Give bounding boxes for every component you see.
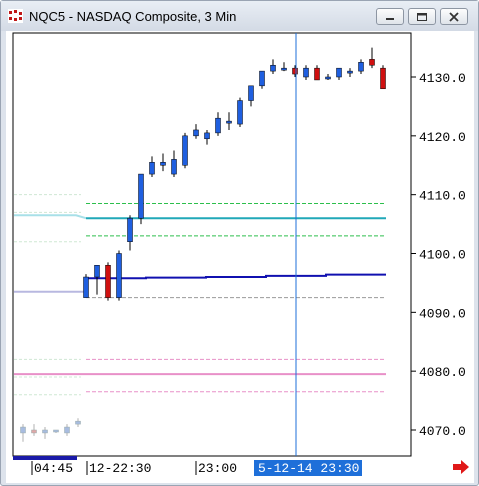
price-label-0: 4070.0 [419, 424, 466, 439]
candle-body [314, 67, 320, 81]
price-label-2: 4090.0 [419, 306, 466, 321]
candle-body [127, 217, 133, 242]
price-axis[interactable]: 4070.0 4080.0 4090.0 4100.0 4110.0 4120.0 4130… [411, 71, 466, 439]
candle-body [270, 64, 276, 72]
maximize-icon [417, 12, 427, 21]
time-label-1: 12-22:30 [89, 461, 151, 476]
minimize-button[interactable] [376, 8, 404, 25]
candle-body [138, 173, 144, 219]
candle-body [292, 67, 298, 75]
price-label-3: 4100.0 [419, 248, 466, 263]
price-label-1: 4080.0 [419, 365, 466, 380]
candle-body [281, 67, 287, 71]
time-label-0: 04:45 [34, 461, 73, 476]
candle-body [160, 162, 166, 166]
plot-area[interactable] [12, 32, 412, 457]
candle-body [116, 253, 122, 298]
candle-body [20, 426, 26, 434]
candle [83, 274, 89, 298]
scroll-right-arrow-icon [453, 460, 469, 474]
candle-body [182, 135, 188, 166]
candle-body [31, 429, 37, 434]
close-icon [449, 11, 459, 22]
candle-body [336, 67, 342, 78]
candle-body [193, 129, 199, 137]
candle [116, 250, 122, 301]
close-button[interactable] [440, 8, 468, 25]
candle-body [358, 62, 364, 72]
time-axis[interactable]: 04:45 12-22:30 23:00 5-12-14 23:30:0 [13, 456, 375, 476]
maximize-button[interactable] [408, 8, 436, 25]
candlestick-chart[interactable]: 4070.0 4080.0 4090.0 4100.0 4110.0 4120.0 4130… [6, 31, 474, 483]
scroll-right-button[interactable] [453, 460, 469, 474]
time-label-2: 23:00 [198, 461, 237, 476]
candle-body [259, 70, 265, 87]
chart-window: NQC5 - NASDAQ Composite, 3 Min 4070.0 40… [0, 0, 479, 486]
candle-body [75, 420, 81, 425]
time-axis-left-bar [13, 456, 77, 460]
candle-body [347, 70, 353, 74]
chart-client-area: 4070.0 4080.0 4090.0 4100.0 4110.0 4120.0 4130… [6, 31, 474, 483]
candle-body [380, 67, 386, 90]
chart-app-icon [8, 9, 23, 23]
candle [380, 65, 386, 90]
candle-body [237, 100, 243, 125]
price-label-5: 4120.0 [419, 130, 466, 145]
candle-body [303, 67, 309, 78]
cursor-time-label: 5-12-14 23:30:0 [258, 461, 375, 476]
price-label-6: 4130.0 [419, 71, 466, 86]
candle-body [149, 162, 155, 175]
candle-body [171, 159, 177, 175]
candle [237, 97, 243, 128]
minimize-icon [386, 17, 394, 20]
window-title: NQC5 - NASDAQ Composite, 3 Min [29, 9, 237, 24]
candle-body [105, 265, 111, 298]
candle-body [94, 265, 100, 278]
candle [105, 262, 111, 301]
candle [138, 173, 144, 225]
candle-body [226, 120, 232, 124]
candle-body [42, 429, 48, 434]
price-label-4: 4110.0 [419, 189, 466, 204]
candle-body [215, 117, 221, 134]
candle-body [248, 85, 254, 101]
candle-body [325, 76, 331, 80]
candle-body [369, 59, 375, 66]
candle [182, 132, 188, 169]
candle-body [64, 426, 70, 434]
candle-body [83, 276, 89, 298]
title-bar[interactable]: NQC5 - NASDAQ Composite, 3 Min [1, 1, 478, 31]
candle-body [204, 132, 210, 140]
candle-body [53, 429, 59, 433]
